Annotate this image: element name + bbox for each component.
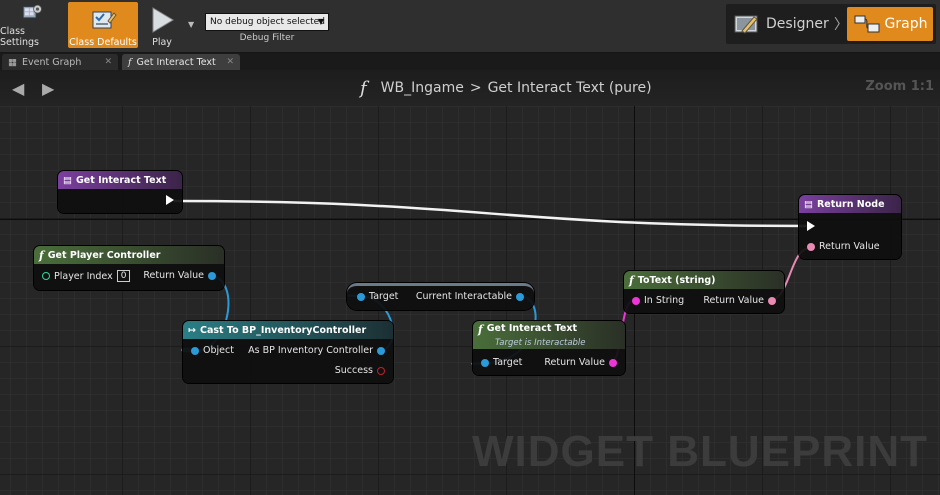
object-pin-icon: [516, 292, 524, 301]
pin-label: Success: [334, 365, 373, 376]
in-string-pin[interactable]: In String: [632, 295, 684, 306]
get-player-controller-node[interactable]: f Get Player Controller Player Index 0 R…: [34, 246, 224, 290]
function-icon: f: [478, 323, 483, 336]
pin-label: Return Value: [143, 270, 204, 281]
return-value-pin[interactable]: Return Value: [544, 357, 617, 368]
node-subtitle: Target is Interactable: [495, 338, 586, 348]
string-pin-icon: [609, 358, 617, 367]
exec-in-pin[interactable]: [807, 221, 815, 231]
object-pin-icon: [208, 271, 216, 280]
as-inventory-controller-pin[interactable]: As BP Inventory Controller: [248, 345, 385, 356]
object-input-pin[interactable]: Object: [191, 345, 234, 356]
pin-label: Target: [369, 291, 399, 302]
node-title: Cast To BP_InventoryController: [199, 324, 367, 336]
exec-out-pin[interactable]: [166, 195, 174, 205]
node-header: ▤ Get Interact Text: [58, 171, 182, 189]
node-title: Get Player Controller: [47, 249, 161, 261]
object-pin-icon: [191, 346, 199, 355]
object-pin-icon: [481, 358, 489, 367]
object-pin-icon: [377, 346, 385, 355]
node-title: Return Node: [816, 198, 885, 210]
node-header: f ToText (string): [624, 271, 784, 289]
pin-label: Return Value: [703, 295, 764, 306]
success-pin[interactable]: Success: [335, 365, 385, 376]
exec-wire: [173, 199, 811, 228]
node-header: ↦ Cast To BP_InventoryController: [183, 321, 393, 339]
cast-icon: ↦: [188, 324, 196, 336]
function-icon: f: [39, 248, 44, 262]
exec-pin-icon: [166, 195, 174, 205]
entry-node-title: Get Interact Text: [75, 174, 167, 186]
return-value-pin[interactable]: Return Value: [703, 295, 776, 306]
player-index-input[interactable]: 0: [116, 270, 131, 282]
function-icon: f: [629, 273, 634, 287]
current-interactable-getter-node[interactable]: Target Current Interactable: [347, 283, 534, 310]
return-value-pin[interactable]: Return Value: [143, 270, 216, 281]
pin-label: Current Interactable: [415, 291, 512, 302]
return-value-pin[interactable]: Return Value: [807, 241, 880, 252]
text-pin-icon: [768, 296, 776, 305]
pin-label: Object: [203, 345, 234, 356]
node-header: f Get Player Controller: [34, 246, 224, 264]
int-pin-icon: [42, 272, 50, 280]
node-title: ToText (string): [637, 274, 716, 286]
function-result-icon: ▤: [804, 198, 813, 210]
get-interact-text-call-node[interactable]: f Get Interact Text Target is Interactab…: [473, 321, 625, 375]
player-index-pin[interactable]: Player Index 0: [42, 270, 131, 282]
pin-label: Target: [493, 357, 523, 368]
pin-label: Return Value: [819, 241, 880, 252]
to-text-string-node[interactable]: f ToText (string) In String Return Value: [624, 271, 784, 313]
entry-node[interactable]: ▤ Get Interact Text: [58, 171, 182, 213]
target-pin[interactable]: Target: [357, 291, 398, 302]
bool-pin-icon: [377, 366, 385, 375]
current-interactable-pin[interactable]: Current Interactable: [416, 291, 524, 302]
return-node[interactable]: ▤ Return Node Return Value: [799, 195, 901, 259]
pin-label: In String: [644, 295, 685, 306]
target-pin[interactable]: Target: [481, 357, 522, 368]
string-pin-icon: [632, 296, 640, 305]
object-pin-icon: [357, 292, 365, 301]
text-pin-icon: [807, 242, 815, 251]
pin-label: As BP Inventory Controller: [248, 345, 373, 356]
node-header: ▤ Return Node: [799, 195, 901, 213]
pin-label: Return Value: [544, 357, 605, 368]
pin-label: Player Index: [54, 270, 113, 282]
exec-pin-icon: [807, 221, 815, 231]
cast-to-inventory-controller-node[interactable]: ↦ Cast To BP_InventoryController Object …: [183, 321, 393, 383]
node-title: Get Interact Text: [486, 323, 578, 334]
function-entry-icon: ▤: [63, 174, 72, 186]
